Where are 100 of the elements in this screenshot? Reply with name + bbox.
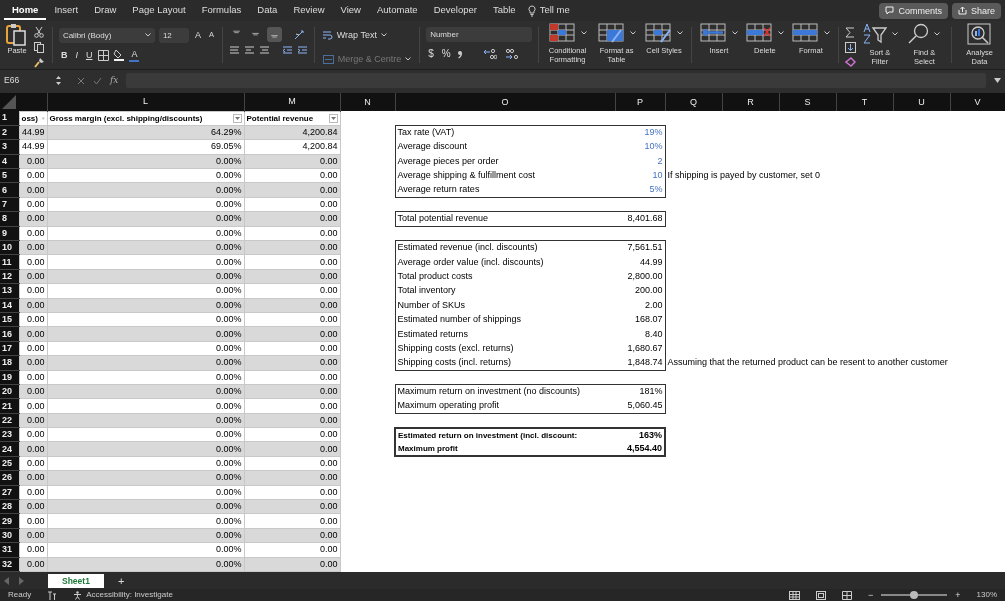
align-bottom-icon[interactable] <box>266 27 282 42</box>
note-text: Assuming that the returned product can be resent to another customer <box>667 357 948 368</box>
column-header[interactable]: N <box>340 93 395 111</box>
menu-tab[interactable]: Draw <box>86 1 125 20</box>
table-cell: 2,800.00 <box>615 269 665 284</box>
column-header[interactable]: V <box>950 93 1005 111</box>
column-header[interactable]: P <box>615 93 665 111</box>
menu-tab[interactable]: Page Layout <box>124 1 194 20</box>
caret-icon <box>891 32 898 36</box>
decrease-indent-icon[interactable] <box>281 46 293 55</box>
page-break-icon[interactable] <box>842 590 852 600</box>
paintbrush-icon[interactable] <box>34 57 45 68</box>
accessibility-icon <box>73 590 83 600</box>
currency-button[interactable]: $ <box>426 46 436 62</box>
italic-button[interactable]: I <box>73 47 80 63</box>
enter-icon[interactable] <box>93 76 102 85</box>
underline-button[interactable]: U <box>83 47 95 63</box>
table-cell: Average pieces per order <box>395 154 615 169</box>
zoom-slider-thumb[interactable] <box>910 591 919 599</box>
font-color-button[interactable]: A <box>129 48 140 62</box>
comments-button[interactable]: Comments <box>879 2 948 19</box>
table-cell: 163% <box>615 427 665 442</box>
increase-indent-icon[interactable] <box>296 46 308 55</box>
name-box[interactable]: E66 <box>4 74 48 87</box>
sum-icon[interactable] <box>844 27 855 38</box>
decrease-decimal-icon[interactable] <box>504 48 519 60</box>
fill-down-icon[interactable] <box>844 42 856 53</box>
filter-dropdown-icon[interactable] <box>232 113 242 123</box>
format-as-table-icon <box>597 23 626 43</box>
align-left-icon[interactable] <box>228 46 240 55</box>
wrap-text-icon <box>322 30 333 40</box>
eraser-icon[interactable] <box>844 57 856 67</box>
previous-sheet-icon[interactable] <box>4 576 10 585</box>
zoom-level[interactable]: 130% <box>976 589 997 601</box>
font-name-dropdown[interactable]: Calibri (Body) <box>58 27 155 43</box>
table-cell: 19% <box>615 125 665 140</box>
select-all-icon[interactable] <box>2 95 16 109</box>
next-sheet-icon[interactable] <box>18 576 24 585</box>
menu-tab[interactable]: Formulas <box>193 1 250 20</box>
column-title: oss) <box>21 112 38 125</box>
font-size-dropdown[interactable]: 12 <box>158 27 189 43</box>
tell-me-search[interactable]: Tell me <box>539 3 570 18</box>
column-header[interactable]: R <box>722 93 779 111</box>
row-header[interactable]: 1 <box>0 111 19 126</box>
table-cell: Shipping costs (excl. returns) <box>395 341 615 356</box>
table-cell: Total product costs <box>395 269 615 284</box>
wrap-text-button[interactable]: Wrap Text <box>320 27 414 43</box>
page-layout-icon[interactable] <box>816 590 826 600</box>
normal-view-icon[interactable] <box>789 590 800 600</box>
bold-button[interactable]: B <box>58 47 70 63</box>
copy-icon[interactable] <box>34 42 46 53</box>
column-title: Gross margin (excl. shipping/discounts) <box>49 112 203 125</box>
column-header[interactable]: T <box>836 93 893 111</box>
insert-function-button[interactable]: fx <box>110 73 119 88</box>
column-header[interactable]: Q <box>665 93 722 111</box>
spinner-icon[interactable] <box>56 75 61 86</box>
table-cell: 8,401.68 <box>615 211 665 227</box>
borders-icon[interactable] <box>98 49 110 61</box>
share-button[interactable]: Share <box>951 2 1001 19</box>
text-orientation-icon[interactable] <box>293 29 306 40</box>
menu-tab[interactable]: Automate <box>368 1 426 20</box>
filter-dropdown-icon[interactable] <box>328 113 338 123</box>
zoom-in-button[interactable]: + <box>955 589 961 601</box>
merge-cells-icon <box>322 54 334 64</box>
grow-font-button[interactable]: A <box>192 27 203 43</box>
zoom-out-button[interactable]: − <box>868 589 874 601</box>
menu-tab[interactable]: Developer <box>425 1 485 20</box>
fill-color-icon[interactable] <box>113 49 126 61</box>
table-cell: Number of SKUs <box>395 298 615 313</box>
table-cell: 2 <box>615 154 665 169</box>
menu-tab[interactable]: Data <box>249 1 286 20</box>
status-text: Ready <box>8 589 32 601</box>
caret-icon <box>580 31 587 35</box>
comma-style-icon[interactable] <box>456 49 463 59</box>
increase-decimal-icon[interactable] <box>482 48 497 60</box>
menu-tab[interactable]: View <box>332 1 369 20</box>
analyse-data-icon <box>967 23 992 45</box>
align-center-icon[interactable] <box>243 46 255 55</box>
scissors-icon[interactable] <box>34 27 44 38</box>
sheet-tab[interactable]: Sheet1 <box>48 573 104 588</box>
column-header[interactable]: M <box>244 93 340 111</box>
number-format-dropdown[interactable]: Number <box>426 27 533 42</box>
menu-tab[interactable]: Table <box>484 1 524 20</box>
column-header[interactable]: U <box>893 93 950 111</box>
share-icon <box>957 6 967 15</box>
caret-icon <box>731 31 738 35</box>
menu-tab[interactable]: Review <box>285 1 333 20</box>
menu-tab[interactable]: Insert <box>46 1 87 20</box>
column-header[interactable]: S <box>779 93 836 111</box>
column-header[interactable]: O <box>395 93 615 111</box>
align-right-icon[interactable] <box>258 46 270 55</box>
menu-tab[interactable]: Home <box>4 1 47 20</box>
sort-filter-icon <box>861 23 888 45</box>
caret-icon <box>677 31 683 35</box>
expand-icon[interactable] <box>994 78 1001 83</box>
accessibility-button[interactable]: Accessibility: Investigate <box>73 589 173 601</box>
cancel-icon[interactable] <box>77 76 85 85</box>
percent-button[interactable]: % <box>439 46 453 62</box>
column-header[interactable]: L <box>47 93 244 111</box>
add-sheet-button[interactable]: + <box>111 574 131 587</box>
